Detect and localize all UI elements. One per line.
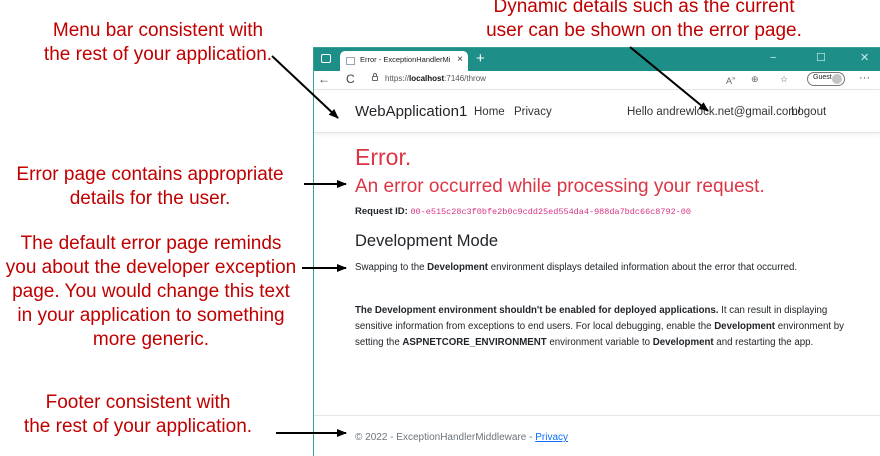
annotation-line: the rest of your application. bbox=[43, 44, 273, 65]
annotation-line: details for the user. bbox=[69, 188, 231, 209]
back-icon[interactable]: ← bbox=[318, 72, 330, 87]
text-bold: Development bbox=[427, 262, 489, 273]
browser-window: Error - ExceptionHandlerMiddlew × + − ☐ … bbox=[313, 47, 880, 456]
maximize-icon[interactable]: ☐ bbox=[816, 51, 826, 65]
annotation-line: you about the developer exception bbox=[5, 257, 297, 278]
url-host: localhost bbox=[409, 74, 445, 83]
annotation-line: The default error page reminds bbox=[20, 233, 282, 254]
window-icon[interactable] bbox=[321, 54, 331, 63]
page-title: Error. bbox=[355, 144, 412, 170]
annotation-line: user can be shown on the error page. bbox=[486, 20, 802, 41]
profile-button[interactable]: Guest bbox=[807, 72, 845, 86]
dev-mode-paragraph: Swapping to the Development environment … bbox=[355, 260, 845, 276]
profile-label: Guest bbox=[813, 74, 832, 81]
logout-button[interactable]: Logout bbox=[791, 106, 826, 118]
footer-privacy-link[interactable]: Privacy bbox=[535, 432, 568, 443]
text-bold: Development bbox=[714, 321, 776, 332]
nav-home-link[interactable]: Home bbox=[474, 106, 505, 118]
avatar bbox=[832, 74, 842, 84]
page-footer: © 2022 - ExceptionHandlerMiddleware - Pr… bbox=[355, 432, 568, 443]
annotation-line: Error page contains appropriate bbox=[16, 164, 284, 185]
more-icon[interactable]: ··· bbox=[859, 72, 870, 84]
read-aloud-icon[interactable]: A» bbox=[726, 73, 735, 87]
zoom-icon[interactable]: ⊕ bbox=[751, 73, 759, 85]
request-id-value: 00-e515c28c3f0bfe2b0c9cdd25ed554da4-988d… bbox=[410, 207, 691, 217]
text: Swapping to the bbox=[355, 262, 428, 273]
annotation-error-details: Error page contains appropriate details … bbox=[0, 163, 300, 211]
text-bold: The Development environment shouldn't be… bbox=[355, 305, 719, 316]
tab-close-icon[interactable]: × bbox=[457, 54, 463, 66]
address-bar: ← C https://localhost:7146/throw A» ⊕ ☆ … bbox=[314, 71, 880, 90]
annotation-line: more generic. bbox=[92, 329, 210, 350]
navbar-brand[interactable]: WebApplication1 bbox=[355, 103, 467, 120]
text: and restarting the app. bbox=[713, 337, 814, 348]
url-scheme: https:// bbox=[385, 74, 410, 83]
text-bold: ASPNETCORE_ENVIRONMENT bbox=[402, 337, 547, 348]
annotation-default-page: The default error page reminds you about… bbox=[0, 232, 302, 352]
browser-tab[interactable]: Error - ExceptionHandlerMiddlew × bbox=[340, 51, 468, 71]
user-greeting[interactable]: Hello andrewlock.net@gmail.com! bbox=[627, 106, 801, 118]
url-field[interactable]: https://localhost:7146/throw bbox=[385, 74, 486, 83]
new-tab-icon[interactable]: + bbox=[476, 50, 485, 68]
annotation-footer: Footer consistent with the rest of your … bbox=[8, 391, 268, 439]
request-id-label: Request ID: bbox=[355, 206, 408, 217]
annotation-line: Dynamic details such as the current bbox=[493, 0, 795, 17]
browser-titlebar: Error - ExceptionHandlerMiddlew × + − ☐ … bbox=[314, 48, 880, 71]
annotation-menu-bar: Menu bar consistent with the rest of you… bbox=[18, 19, 298, 67]
error-subtitle: An error occurred while processing your … bbox=[355, 176, 765, 197]
tab-title: Error - ExceptionHandlerMiddlew bbox=[360, 55, 450, 64]
lock-icon[interactable] bbox=[372, 73, 378, 81]
nav-privacy-link[interactable]: Privacy bbox=[514, 106, 552, 118]
page-icon bbox=[346, 57, 355, 65]
text: environment variable to bbox=[546, 337, 653, 348]
annotation-line: page. You would change this text bbox=[12, 281, 290, 302]
minimize-icon[interactable]: − bbox=[770, 51, 776, 65]
annotation-line: the rest of your application. bbox=[23, 416, 253, 437]
url-path: :7146/throw bbox=[444, 74, 486, 83]
refresh-icon[interactable]: C bbox=[346, 72, 355, 87]
footer-text: © 2022 - ExceptionHandlerMiddleware - bbox=[355, 432, 536, 443]
request-id: Request ID: 00-e515c28c3f0bfe2b0c9cdd25e… bbox=[355, 206, 691, 217]
annotation-dynamic-details: Dynamic details such as the current user… bbox=[474, 0, 814, 43]
favorites-icon[interactable]: ☆ bbox=[780, 73, 788, 85]
dev-mode-heading: Development Mode bbox=[355, 232, 499, 250]
annotation-line: Menu bar consistent with bbox=[52, 20, 264, 41]
text-bold: Development bbox=[652, 337, 714, 348]
annotation-line: in your application to something bbox=[17, 305, 285, 326]
text: environment displays detailed informatio… bbox=[488, 262, 798, 273]
app-navbar: WebApplication1 Home Privacy Hello andre… bbox=[314, 90, 880, 133]
dev-warning-paragraph: The Development environment shouldn't be… bbox=[355, 303, 845, 351]
close-window-icon[interactable]: ✕ bbox=[860, 51, 869, 65]
annotation-line: Footer consistent with bbox=[45, 392, 231, 413]
footer-divider bbox=[314, 415, 880, 416]
